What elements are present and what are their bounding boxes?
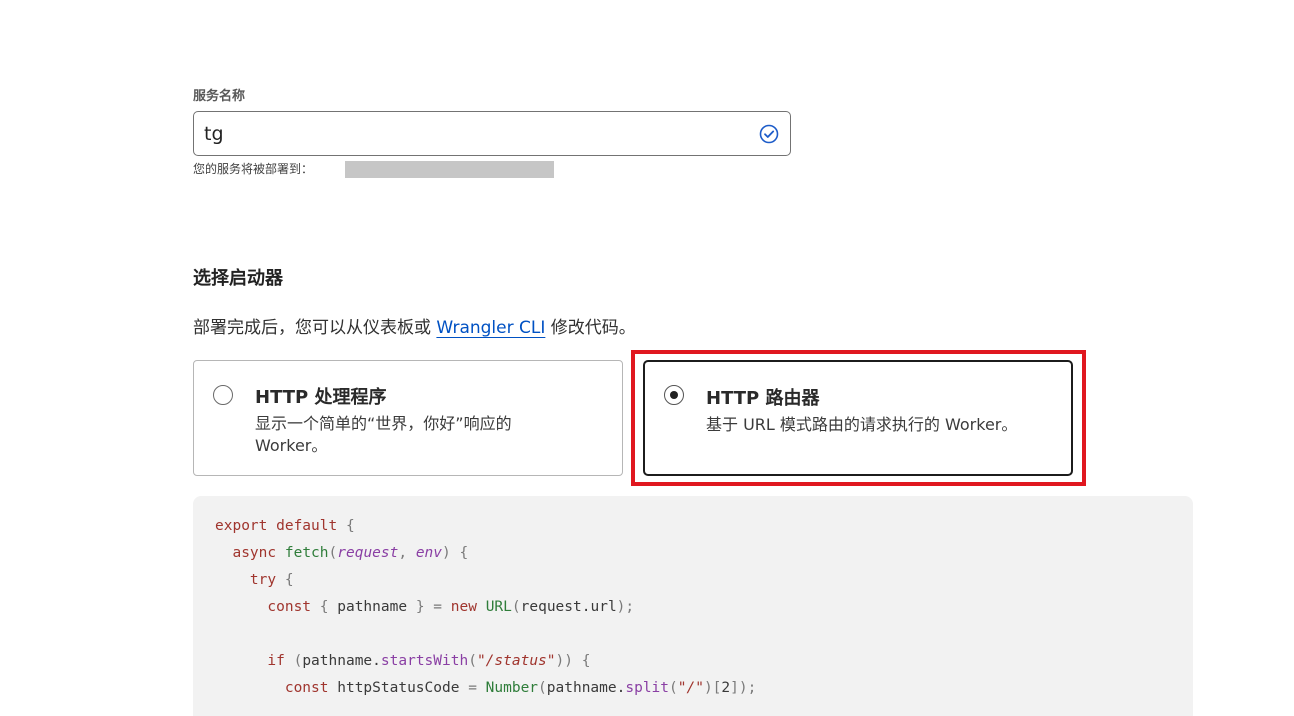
starter-desc-text-after: 修改代码。 <box>545 318 636 338</box>
code-token: const <box>284 680 329 696</box>
deploy-hint: 您的服务将被部署到： <box>193 162 314 176</box>
code-token: pathname. <box>302 653 381 669</box>
code-token: if <box>267 653 285 669</box>
radio-http-router[interactable] <box>664 385 684 405</box>
code-line: async fetch(request, env) { <box>232 545 469 561</box>
code-token: "/status" <box>476 653 556 669</box>
code-token: new <box>450 599 477 615</box>
code-token: URL <box>485 599 512 615</box>
code-token: env <box>415 545 443 561</box>
check-circle-icon <box>759 124 779 144</box>
code-line: if (pathname.startsWith("/status")) { <box>267 653 591 669</box>
code-token: { <box>337 518 355 534</box>
deploy-url-redacted <box>345 161 554 178</box>
code-token: export default <box>215 518 338 534</box>
code-token: try <box>249 572 277 588</box>
code-token: "/" <box>677 680 704 696</box>
option-description: 显示一个简单的“世界，你好”响应的 Worker。 <box>255 414 512 455</box>
radio-selected-dot <box>670 391 678 399</box>
code-token: startsWith <box>380 653 469 669</box>
option-title: HTTP 路由器 <box>706 388 820 409</box>
page: 服务名称 您的服务将被部署到： 选择启动器 部署完成后，您可以从仪表板或 Wra… <box>0 0 1294 716</box>
starter-description: 部署完成后，您可以从仪表板或 Wrangler CLI 修改代码。 <box>193 313 636 338</box>
option-title: HTTP 处理程序 <box>255 387 387 408</box>
code-preview[interactable]: export default { async fetch(request, en… <box>193 496 1193 716</box>
code-token: fetch <box>284 545 329 561</box>
starter-desc-text-before: 部署完成后，您可以从仪表板或 <box>193 318 437 338</box>
code-token: pathname <box>328 599 416 615</box>
code-token: 2 <box>721 680 731 696</box>
code-token: Number <box>485 680 539 696</box>
code-token: httpStatusCode <box>328 680 469 696</box>
starter-heading: 选择启动器 <box>193 268 283 289</box>
code-line: const { pathname } = new URL(request.url… <box>267 599 635 615</box>
code-line: const httpStatusCode = Number(pathname.s… <box>284 680 757 696</box>
starter-option-http-router[interactable]: HTTP 路由器 基于 URL 模式路由的请求执行的 Worker。 <box>643 360 1073 476</box>
code-token: request.url <box>520 599 617 615</box>
code-token: async <box>232 545 277 561</box>
wrangler-cli-link[interactable]: Wrangler CLI <box>436 318 545 338</box>
service-name-label: 服务名称 <box>193 89 246 104</box>
code-token: const <box>267 599 312 615</box>
code-token: split <box>625 680 670 696</box>
radio-http-handler[interactable] <box>213 385 233 405</box>
code-token: request <box>337 545 399 561</box>
option-description: 基于 URL 模式路由的请求执行的 Worker。 <box>706 415 1018 434</box>
code-lines: export default { async fetch(request, en… <box>215 513 756 702</box>
service-name-input[interactable] <box>204 120 744 148</box>
code-line: export default { <box>215 513 756 540</box>
service-name-field[interactable] <box>193 111 791 156</box>
code-line: try { <box>249 572 294 588</box>
code-token: pathname. <box>546 680 626 696</box>
starter-option-http-handler[interactable]: HTTP 处理程序 显示一个简单的“世界，你好”响应的 Worker。 <box>193 360 623 476</box>
